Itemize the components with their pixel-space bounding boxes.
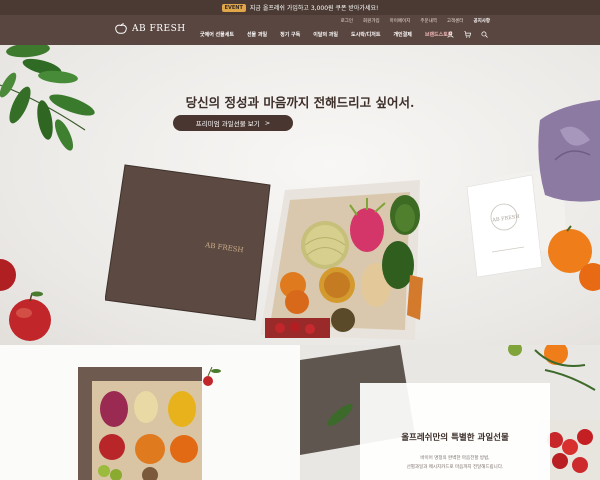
- wrapping-cloth-image: [538, 100, 600, 202]
- nav-item-lunchbox[interactable]: 도시락/디저트: [351, 31, 380, 38]
- product-box-image[interactable]: [78, 367, 208, 480]
- header-icons: [447, 31, 488, 38]
- util-login[interactable]: 로그인: [341, 18, 353, 24]
- util-notice[interactable]: 공지사항: [473, 18, 490, 24]
- nav-item-gift-fruit[interactable]: 선물 과일: [247, 31, 267, 38]
- logo-icon: [115, 23, 127, 34]
- util-signup[interactable]: 회원가입: [363, 18, 380, 24]
- apple-image: [0, 259, 51, 341]
- special-desc-1: 바이어 명정의 완벽한 마음전할 방법,: [420, 456, 490, 461]
- cart-icon[interactable]: [464, 31, 471, 38]
- special-desc-2: 선별과일과 메시지카드로 마음까지 전달해드립니다.: [406, 465, 504, 470]
- site-header: AB FRESH 로그인 회원가입 마이페이지 주문내역 고객센터 공지사항 굿…: [0, 15, 600, 45]
- hero-banner: 당신의 정성과 마음까지 전해드리고 싶어서. 프리미엄 과일선물 보기 > A…: [0, 45, 600, 345]
- oranges-image: [548, 225, 600, 291]
- util-support[interactable]: 고객센터: [447, 18, 464, 24]
- nav-item-personal-payment[interactable]: 개인결제: [393, 31, 411, 38]
- product-section: [0, 345, 300, 480]
- logo[interactable]: AB FRESH: [114, 23, 186, 35]
- hero-cta-button[interactable]: 프리미엄 과일선물 보기 >: [173, 115, 293, 131]
- utility-links: 로그인 회원가입 마이페이지 주문내역 고객센터 공지사항: [341, 18, 490, 24]
- promo-badge: EVENT: [221, 3, 246, 12]
- special-gift-section: 올프레쉬만의 특별한 과일선물 바이어 명정의 완벽한 마음전할 방법, 선별과…: [300, 345, 600, 480]
- cherry-image: [203, 367, 221, 386]
- nav-item-subscription[interactable]: 정기 구독: [280, 31, 300, 38]
- user-icon[interactable]: [447, 31, 454, 38]
- fruit-box-image: [260, 180, 423, 340]
- hero-cta-label: 프리미엄 과일선물 보기: [195, 120, 260, 128]
- hero-title: 당신의 정성과 마음까지 전해드리고 싶어서.: [185, 95, 415, 110]
- logo-text: AB FRESH: [132, 24, 186, 34]
- nav-item-monthly-fruit[interactable]: 이달의 과일: [313, 31, 338, 38]
- special-title: 올프레쉬만의 특별한 과일선물: [401, 433, 509, 443]
- special-card[interactable]: 올프레쉬만의 특별한 과일선물 바이어 명정의 완벽한 마음전할 방법, 선별과…: [360, 383, 550, 480]
- main-nav: 굿에어 선물세트 선물 과일 정기 구독 이달의 과일 도시락/디저트 개인결제…: [200, 31, 452, 38]
- search-icon[interactable]: [481, 31, 488, 38]
- nav-item-giftset[interactable]: 굿에어 선물세트: [200, 31, 234, 38]
- promo-bar[interactable]: EVENT 지금 올프레쉬 가입하고 3,000원 쿠폰 받아가세요!: [0, 0, 600, 15]
- chevron-right-icon: >: [264, 119, 271, 127]
- promo-text: 지금 올프레쉬 가입하고 3,000원 쿠폰 받아가세요!: [249, 5, 379, 12]
- util-orders[interactable]: 주문내역: [420, 18, 437, 24]
- util-mypage[interactable]: 마이페이지: [390, 18, 411, 24]
